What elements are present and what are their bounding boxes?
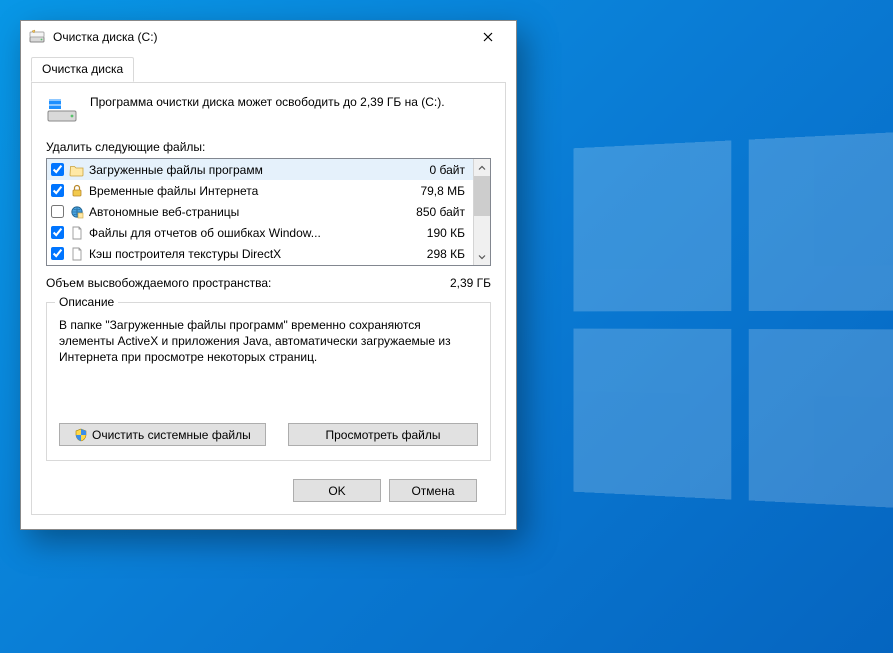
scroll-thumb[interactable] (474, 176, 490, 216)
file-checkbox[interactable] (51, 226, 64, 239)
scroll-down-button[interactable] (474, 248, 490, 265)
tab-content: Программа очистки диска может освободить… (31, 82, 506, 515)
file-checkbox[interactable] (51, 205, 64, 218)
file-name: Загруженные файлы программ (89, 163, 399, 177)
clean-system-files-button[interactable]: Очистить системные файлы (59, 423, 266, 446)
summary-text: Программа очистки диска может освободить… (90, 94, 445, 110)
cancel-label: Отмена (411, 484, 454, 498)
file-list-row[interactable]: Файлы для отчетов об ошибках Window... 19… (47, 222, 473, 243)
scrollbar[interactable] (473, 159, 490, 265)
view-files-label: Просмотреть файлы (325, 428, 440, 442)
description-groupbox: Описание В папке "Загруженные файлы прог… (46, 302, 491, 461)
file-list-row[interactable]: Кэш построителя текстуры DirectX 298 КБ (47, 243, 473, 264)
file-checkbox[interactable] (51, 163, 64, 176)
file-list-row[interactable]: Временные файлы Интернета 79,8 МБ (47, 180, 473, 201)
freed-space-label: Объем высвобождаемого пространства: (46, 276, 450, 290)
desktop-windows-logo (573, 131, 893, 509)
clean-system-files-label: Очистить системные файлы (92, 428, 251, 442)
file-size: 190 КБ (403, 226, 467, 240)
file-checkbox[interactable] (51, 184, 64, 197)
ok-button[interactable]: OK (293, 479, 381, 502)
titlebar: Очистка диска (C:) (21, 21, 516, 53)
close-button[interactable] (465, 22, 510, 52)
file-name: Файлы для отчетов об ошибках Window... (89, 226, 399, 240)
description-text: В папке "Загруженные файлы программ" вре… (59, 317, 478, 405)
cancel-button[interactable]: Отмена (389, 479, 477, 502)
freed-space-value: 2,39 ГБ (450, 276, 491, 290)
drive-cleanup-icon (29, 29, 45, 45)
scroll-up-button[interactable] (474, 159, 490, 176)
file-name: Автономные веб-страницы (89, 205, 399, 219)
file-list-row[interactable]: Автономные веб-страницы 850 байт (47, 201, 473, 222)
ok-label: OK (328, 484, 345, 498)
file-size: 79,8 МБ (403, 184, 467, 198)
folder-icon (69, 162, 85, 178)
tab-strip: Очистка диска (31, 57, 506, 83)
file-name: Кэш построителя текстуры DirectX (89, 247, 399, 261)
view-files-button[interactable]: Просмотреть файлы (288, 423, 478, 446)
delete-files-label: Удалить следующие файлы: (46, 140, 491, 154)
shield-icon (74, 428, 88, 442)
window-title: Очистка диска (C:) (53, 30, 465, 44)
description-legend: Описание (55, 295, 118, 309)
file-checkbox[interactable] (51, 247, 64, 260)
file-size: 0 байт (403, 163, 467, 177)
file-name: Временные файлы Интернета (89, 184, 399, 198)
globe-icon (69, 204, 85, 220)
page-icon (69, 225, 85, 241)
lock-icon (69, 183, 85, 199)
tab-cleanup[interactable]: Очистка диска (31, 57, 134, 82)
scroll-track[interactable] (474, 176, 490, 248)
file-list-row[interactable]: Загруженные файлы программ 0 байт (47, 159, 473, 180)
window-body: Очистка диска Программа очистки диска мо… (21, 53, 516, 529)
drive-icon (46, 94, 78, 126)
file-size: 298 КБ (403, 247, 467, 261)
file-list: Загруженные файлы программ 0 байт Временны… (46, 158, 491, 266)
file-size: 850 байт (403, 205, 467, 219)
disk-cleanup-window: Очистка диска (C:) Очистка диска (20, 20, 517, 530)
page-icon (69, 246, 85, 262)
